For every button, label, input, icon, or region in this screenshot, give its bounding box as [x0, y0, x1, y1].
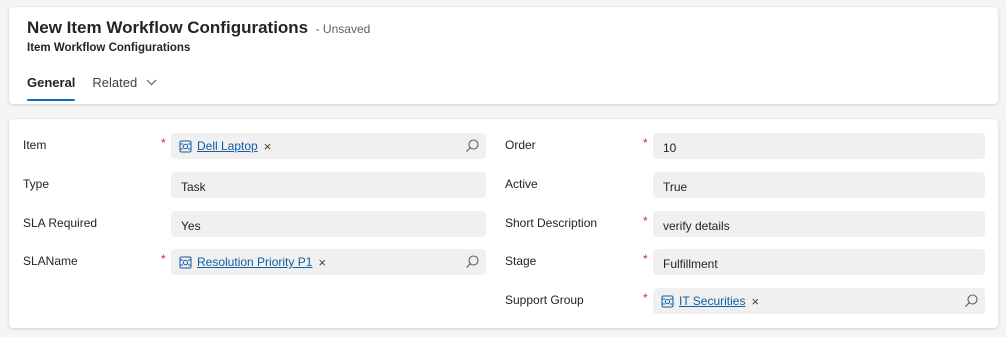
unsaved-status: - Unsaved: [315, 22, 371, 36]
required-marker: *: [643, 136, 648, 150]
lookup-tag: Resolution Priority P1 ×: [179, 255, 326, 269]
field-label: Order: [505, 138, 536, 152]
field-value: Fulfillment: [663, 257, 718, 271]
field-row-short-description: Short Description * verify details: [491, 211, 998, 237]
title-row: New Item Workflow Configurations - Unsav…: [27, 18, 370, 38]
field-label: SLA Required: [23, 216, 98, 230]
field-row-stage: Stage * Fulfillment: [491, 249, 998, 275]
close-icon[interactable]: ×: [751, 295, 759, 308]
lookup-tag: IT Securities ×: [661, 294, 759, 308]
support-group-lookup-field[interactable]: IT Securities ×: [653, 288, 985, 314]
search-icon[interactable]: [964, 293, 979, 308]
field-label: Stage: [505, 254, 537, 268]
field-label: SLAName: [23, 254, 78, 268]
page-title: New Item Workflow Configurations: [27, 18, 309, 37]
field-value: verify details: [663, 219, 730, 233]
tab-list: General Related: [27, 75, 174, 101]
close-icon[interactable]: ×: [318, 256, 326, 269]
chevron-down-icon: [146, 79, 157, 86]
form-header: New Item Workflow Configurations - Unsav…: [9, 7, 998, 104]
tab-general-label: General: [27, 75, 76, 90]
field-row-active: Active True: [491, 172, 998, 198]
lookup-entity-icon: [179, 140, 192, 152]
general-section: Item * Dell Laptop × Type Task SLA Requi…: [9, 119, 998, 328]
required-marker: *: [643, 252, 648, 266]
tab-general[interactable]: General: [27, 75, 76, 101]
field-row-support-group: Support Group * IT Securities ×: [491, 288, 998, 314]
active-field[interactable]: True: [653, 172, 985, 198]
required-marker: *: [161, 136, 166, 150]
field-label: Support Group: [505, 293, 584, 307]
tab-related-label: Related: [92, 75, 138, 90]
field-value: Task: [181, 180, 206, 194]
field-value: 10: [663, 141, 677, 155]
field-label: Item: [23, 138, 47, 152]
required-marker: *: [643, 214, 648, 228]
required-marker: *: [161, 252, 166, 266]
required-marker: *: [643, 291, 648, 305]
lookup-entity-icon: [661, 295, 674, 307]
short-description-field[interactable]: verify details: [653, 211, 985, 237]
search-icon[interactable]: [465, 138, 480, 153]
field-value: True: [663, 180, 688, 194]
order-field[interactable]: 10: [653, 133, 985, 159]
field-value: Yes: [181, 219, 201, 233]
field-label: Short Description: [505, 216, 598, 230]
field-label: Active: [505, 177, 538, 191]
slaname-lookup-field[interactable]: Resolution Priority P1 ×: [171, 249, 486, 275]
entity-subtitle: Item Workflow Configurations: [27, 42, 191, 54]
close-icon[interactable]: ×: [264, 140, 272, 153]
search-icon[interactable]: [465, 254, 480, 269]
field-row-type: Type Task: [9, 172, 499, 198]
slaname-lookup-link[interactable]: Resolution Priority P1: [197, 255, 312, 269]
sla-required-field[interactable]: Yes: [171, 211, 486, 237]
field-label: Type: [23, 177, 50, 191]
support-group-lookup-link[interactable]: IT Securities: [679, 294, 745, 308]
type-field[interactable]: Task: [171, 172, 486, 198]
lookup-tag: Dell Laptop ×: [179, 139, 271, 153]
lookup-entity-icon: [179, 256, 192, 268]
field-row-item: Item * Dell Laptop ×: [9, 133, 499, 159]
item-lookup-field[interactable]: Dell Laptop ×: [171, 133, 486, 159]
tab-related[interactable]: Related: [92, 75, 157, 101]
field-row-order: Order * 10: [491, 133, 998, 159]
stage-field[interactable]: Fulfillment: [653, 249, 985, 275]
item-lookup-link[interactable]: Dell Laptop: [197, 139, 258, 153]
field-row-sla-required: SLA Required Yes: [9, 211, 499, 237]
field-row-slaname: SLAName * Resolution Priority P1 ×: [9, 249, 499, 275]
